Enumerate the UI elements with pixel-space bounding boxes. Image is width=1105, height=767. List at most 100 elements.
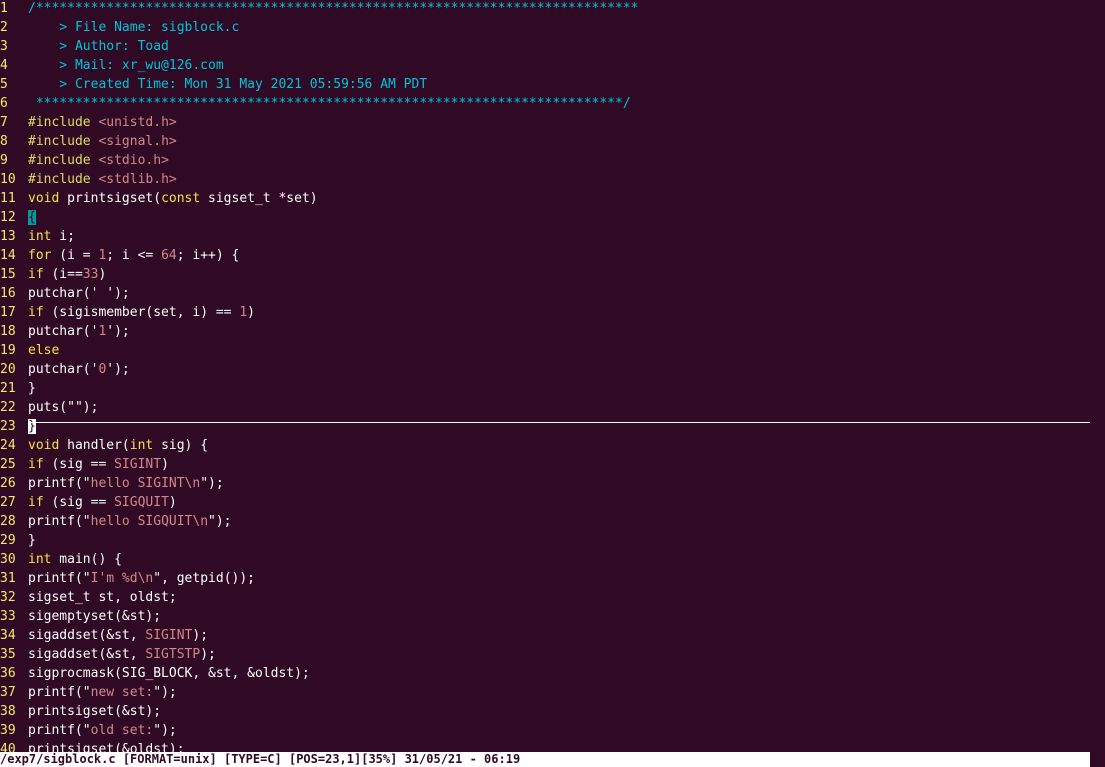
code-text: if (sigismember(set, i) == 1) bbox=[28, 305, 255, 320]
line-number: 28 bbox=[0, 514, 16, 529]
code-line-12[interactable]: 12 { bbox=[0, 208, 36, 227]
code-text: > File Name: sigblock.c bbox=[28, 20, 240, 35]
line-number: 30 bbox=[0, 552, 16, 567]
code-line-26[interactable]: 26 printf("hello SIGINT\n"); bbox=[0, 474, 224, 493]
code-line-18[interactable]: 18 putchar('1'); bbox=[0, 322, 130, 341]
code-text: sigaddset(&st, SIGINT); bbox=[28, 628, 209, 643]
code-line-1[interactable]: 1 /**************************************… bbox=[0, 0, 638, 18]
code-text: printf("hello SIGQUIT\n"); bbox=[28, 514, 232, 529]
code-text: printf("new set:"); bbox=[28, 685, 177, 700]
code-text: putchar(' '); bbox=[28, 286, 130, 301]
code-line-7[interactable]: 7 #include <unistd.h> bbox=[0, 113, 177, 132]
code-text: #include <signal.h> bbox=[28, 134, 177, 149]
code-text: /***************************************… bbox=[28, 1, 639, 16]
code-text: else bbox=[28, 343, 60, 358]
line-number: 35 bbox=[0, 647, 16, 662]
code-text: if (i==33) bbox=[28, 267, 107, 282]
code-text: sigemptyset(&st); bbox=[28, 609, 162, 624]
code-text: ****************************************… bbox=[28, 96, 631, 111]
code-line-30[interactable]: 30 int main() { bbox=[0, 550, 122, 569]
code-line-4[interactable]: 4 > Mail: xr_wu@126.com bbox=[0, 56, 224, 75]
code-text: #include <stdio.h> bbox=[28, 153, 169, 168]
code-line-10[interactable]: 10 #include <stdlib.h> bbox=[0, 170, 177, 189]
line-number: 6 bbox=[0, 96, 8, 111]
code-line-13[interactable]: 13 int i; bbox=[0, 227, 75, 246]
code-line-39[interactable]: 39 printf("old set:"); bbox=[0, 721, 177, 740]
code-line-14[interactable]: 14 for (i = 1; i <= 64; i++) { bbox=[0, 246, 239, 265]
code-line-17[interactable]: 17 if (sigismember(set, i) == 1) bbox=[0, 303, 255, 322]
code-text: if (sig == SIGINT) bbox=[28, 457, 169, 472]
code-line-34[interactable]: 34 sigaddset(&st, SIGINT); bbox=[0, 626, 208, 645]
line-number: 16 bbox=[0, 286, 16, 301]
line-number: 36 bbox=[0, 666, 16, 681]
line-number: 1 bbox=[0, 1, 8, 16]
code-text: for (i = 1; i <= 64; i++) { bbox=[28, 248, 240, 263]
code-text: printsigset(&st); bbox=[28, 704, 162, 719]
editor-pane[interactable]: 1 /**************************************… bbox=[0, 0, 1090, 752]
code-line-6[interactable]: 6 **************************************… bbox=[0, 94, 631, 113]
code-text: puts(""); bbox=[28, 400, 99, 415]
code-line-40[interactable]: 40 printsigset(&oldst); bbox=[0, 740, 185, 752]
code-line-29[interactable]: 29} bbox=[0, 531, 36, 550]
code-line-20[interactable]: 20 putchar('0'); bbox=[0, 360, 130, 379]
line-number: 26 bbox=[0, 476, 16, 491]
line-number: 9 bbox=[0, 153, 8, 168]
code-line-3[interactable]: 3 > Author: Toad bbox=[0, 37, 169, 56]
code-text: putchar('0'); bbox=[28, 362, 130, 377]
code-line-36[interactable]: 36 sigprocmask(SIG_BLOCK, &st, &oldst); bbox=[0, 664, 310, 683]
line-number: 32 bbox=[0, 590, 16, 605]
line-number: 37 bbox=[0, 685, 16, 700]
code-line-33[interactable]: 33 sigemptyset(&st); bbox=[0, 607, 161, 626]
code-text: > Created Time: Mon 31 May 2021 05:59:56… bbox=[28, 77, 428, 92]
code-line-38[interactable]: 38 printsigset(&st); bbox=[0, 702, 161, 721]
code-text: int main() { bbox=[28, 552, 122, 567]
line-number: 7 bbox=[0, 115, 8, 130]
line-number: 4 bbox=[0, 58, 8, 73]
code-line-21[interactable]: 21} bbox=[0, 379, 36, 398]
code-line-27[interactable]: 27 if (sig == SIGQUIT) bbox=[0, 493, 177, 512]
code-text: sigset_t st, oldst; bbox=[28, 590, 177, 605]
line-number: 5 bbox=[0, 77, 8, 92]
code-line-5[interactable]: 5 > Created Time: Mon 31 May 2021 05:59:… bbox=[0, 75, 427, 94]
code-line-32[interactable]: 32 sigset_t st, oldst; bbox=[0, 588, 177, 607]
code-line-28[interactable]: 28 printf("hello SIGQUIT\n"); bbox=[0, 512, 232, 531]
line-number: 33 bbox=[0, 609, 16, 624]
code-line-16[interactable]: 16 putchar(' '); bbox=[0, 284, 130, 303]
code-line-9[interactable]: 9 #include <stdio.h> bbox=[0, 151, 169, 170]
line-number: 22 bbox=[0, 400, 16, 415]
code-line-8[interactable]: 8 #include <signal.h> bbox=[0, 132, 177, 151]
code-line-15[interactable]: 15 if (i==33) bbox=[0, 265, 106, 284]
code-line-37[interactable]: 37 printf("new set:"); bbox=[0, 683, 177, 702]
code-text: if (sig == SIGQUIT) bbox=[28, 495, 177, 510]
code-line-24[interactable]: 24 void handler(int sig) { bbox=[0, 436, 208, 455]
line-number: 13 bbox=[0, 229, 16, 244]
line-number: 34 bbox=[0, 628, 16, 643]
code-line-23[interactable]: 23} bbox=[0, 417, 36, 436]
line-number: 3 bbox=[0, 39, 8, 54]
code-text: sigaddset(&st, SIGTSTP); bbox=[28, 647, 216, 662]
line-number: 23 bbox=[0, 419, 16, 434]
line-number: 19 bbox=[0, 343, 16, 358]
code-line-2[interactable]: 2 > File Name: sigblock.c bbox=[0, 18, 239, 37]
line-number: 21 bbox=[0, 381, 16, 396]
code-text: printf("hello SIGINT\n"); bbox=[28, 476, 224, 491]
code-line-35[interactable]: 35 sigaddset(&st, SIGTSTP); bbox=[0, 645, 216, 664]
code-line-11[interactable]: 11 void printsigset(const sigset_t *set) bbox=[0, 189, 318, 208]
code-text: putchar('1'); bbox=[28, 324, 130, 339]
line-number: 39 bbox=[0, 723, 16, 738]
line-number: 29 bbox=[0, 533, 16, 548]
code-line-19[interactable]: 19 else bbox=[0, 341, 59, 360]
code-line-25[interactable]: 25 if (sig == SIGINT) bbox=[0, 455, 169, 474]
line-number: 14 bbox=[0, 248, 16, 263]
code-text: printsigset(&oldst); bbox=[28, 742, 185, 752]
code-text: int i; bbox=[28, 229, 75, 244]
line-number: 25 bbox=[0, 457, 16, 472]
code-line-22[interactable]: 22 puts(""); bbox=[0, 398, 98, 417]
code-text: } bbox=[28, 381, 36, 396]
line-number: 20 bbox=[0, 362, 16, 377]
cursor-line-underline bbox=[28, 422, 1090, 423]
line-number: 24 bbox=[0, 438, 16, 453]
code-text: } bbox=[28, 533, 36, 548]
code-text: void printsigset(const sigset_t *set) bbox=[28, 191, 318, 206]
code-line-31[interactable]: 31 printf("I'm %d\n", getpid()); bbox=[0, 569, 255, 588]
